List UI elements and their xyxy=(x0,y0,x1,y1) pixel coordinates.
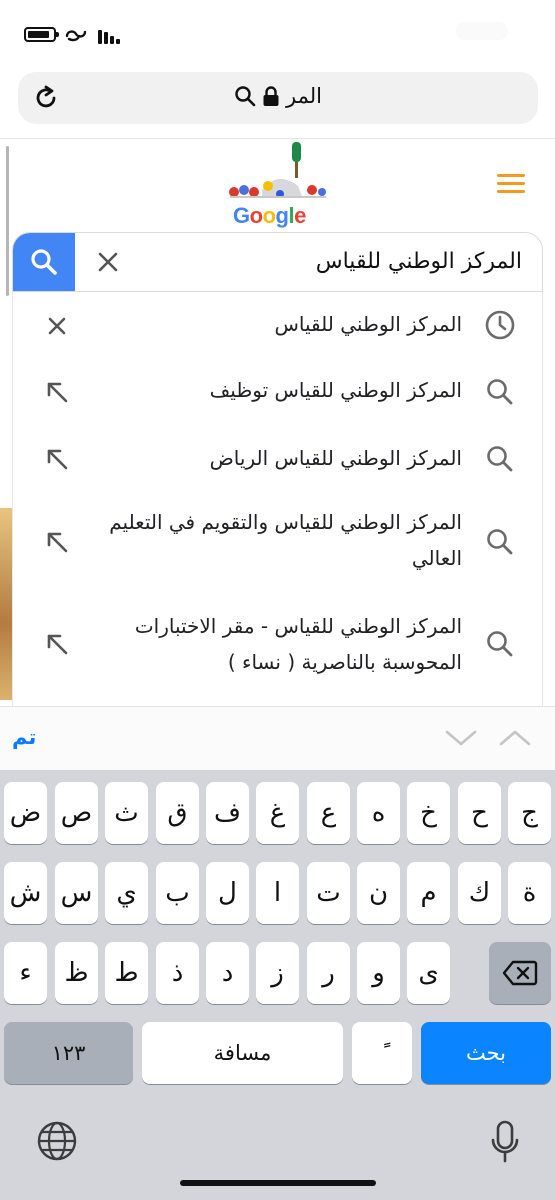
key[interactable]: ن xyxy=(357,862,400,924)
suggestion-list: المركز الوطني للقياس المركز الوطني للقيا… xyxy=(12,292,543,706)
fill-arrow-icon[interactable] xyxy=(41,526,73,558)
key[interactable]: ى xyxy=(407,942,450,1004)
phone-screen: المر Google المركز الوطني للقياس المركز … xyxy=(0,0,555,1200)
key[interactable]: ل xyxy=(206,862,249,924)
suggestion-text: المركز الوطني للقياس توظيف xyxy=(209,378,462,402)
keyboard-accessory-bar: تم xyxy=(0,706,555,770)
chevron-down-icon[interactable] xyxy=(444,727,478,749)
address-bar[interactable]: المر xyxy=(18,72,538,124)
key[interactable]: ج xyxy=(508,782,551,844)
key[interactable]: غ xyxy=(256,782,299,844)
key[interactable]: ث xyxy=(105,782,148,844)
search-icon xyxy=(31,249,57,275)
cellular-signal-icon xyxy=(98,26,122,44)
status-indicator-pill xyxy=(456,22,508,40)
toolbar-divider xyxy=(0,138,555,139)
fill-arrow-icon[interactable] xyxy=(41,376,73,408)
suggestion-item[interactable]: المركز الوطني للقياس الرياض xyxy=(13,426,542,492)
search-key[interactable]: بحث xyxy=(421,1022,551,1084)
key[interactable]: ء xyxy=(4,942,47,1004)
key[interactable]: س xyxy=(55,862,98,924)
key[interactable]: ع xyxy=(307,782,350,844)
background-image-fragment xyxy=(0,508,12,700)
key[interactable]: ة xyxy=(508,862,551,924)
suggestion-text: المركز الوطني للقياس والتقويم في التعليم… xyxy=(109,510,462,570)
key[interactable]: ق xyxy=(156,782,199,844)
suggestion-text: المركز الوطني للقياس الرياض xyxy=(209,446,462,470)
backspace-icon xyxy=(502,960,538,986)
home-indicator[interactable] xyxy=(180,1180,376,1186)
key[interactable]: ر xyxy=(307,942,350,1004)
google-wordmark: Google xyxy=(233,203,306,228)
fill-arrow-icon[interactable] xyxy=(41,443,73,475)
fill-arrow-icon[interactable] xyxy=(41,628,73,660)
key[interactable]: ف xyxy=(206,782,249,844)
microphone-icon[interactable] xyxy=(490,1120,520,1164)
key[interactable]: ط xyxy=(105,942,148,1004)
url-text: المر xyxy=(286,84,322,108)
key[interactable]: ص xyxy=(55,782,98,844)
search-icon xyxy=(487,631,513,657)
search-icon xyxy=(487,529,513,555)
remove-x-icon[interactable] xyxy=(41,310,73,342)
url-display[interactable]: المر xyxy=(234,84,322,108)
history-clock-icon xyxy=(485,310,515,340)
lock-icon xyxy=(263,86,279,106)
numbers-key[interactable]: ١٢٣ xyxy=(4,1022,133,1084)
status-bar xyxy=(0,0,555,62)
search-submit-button[interactable] xyxy=(13,233,75,291)
space-key[interactable]: مسافة xyxy=(142,1022,343,1084)
key[interactable]: ح xyxy=(458,782,501,844)
key[interactable]: ز xyxy=(256,942,299,1004)
key[interactable]: ت xyxy=(307,862,350,924)
chevron-up-icon[interactable] xyxy=(498,727,532,749)
key[interactable]: ض xyxy=(4,782,47,844)
backspace-key[interactable] xyxy=(489,942,551,1004)
search-input[interactable]: المركز الوطني للقياس xyxy=(316,249,522,274)
key[interactable]: ذ xyxy=(156,942,199,1004)
done-button[interactable]: تم xyxy=(12,725,36,749)
globe-icon[interactable] xyxy=(36,1120,78,1162)
key[interactable]: ك xyxy=(458,862,501,924)
key[interactable]: و xyxy=(357,942,400,1004)
suggestion-item[interactable]: المركز الوطني للقياس والتقويم في التعليم… xyxy=(13,492,542,592)
key[interactable]: م xyxy=(407,862,450,924)
key[interactable]: ا xyxy=(256,862,299,924)
search-icon xyxy=(487,379,513,405)
suggestion-text: المركز الوطني للقياس xyxy=(274,312,463,336)
search-icon xyxy=(235,86,256,107)
suggestion-item[interactable]: المركز الوطني للقياس توظيف xyxy=(13,358,542,426)
key[interactable]: ش xyxy=(4,862,47,924)
search-box: المركز الوطني للقياس xyxy=(12,232,543,292)
suggestion-item[interactable]: المركز الوطني للقياس - مقر الاختبارات ال… xyxy=(13,592,542,706)
personal-hotspot-icon xyxy=(65,30,87,42)
clear-search-icon[interactable] xyxy=(97,251,119,273)
battery-icon xyxy=(24,27,59,42)
key[interactable]: د xyxy=(206,942,249,1004)
search-icon xyxy=(487,446,513,472)
key[interactable]: ه xyxy=(357,782,400,844)
scroll-indicator xyxy=(6,146,9,296)
hamburger-menu-icon[interactable] xyxy=(497,174,525,194)
suggestion-text: المركز الوطني للقياس - مقر الاختبارات ال… xyxy=(134,614,462,674)
key[interactable]: خ xyxy=(407,782,450,844)
key[interactable]: ظ xyxy=(55,942,98,1004)
diacritic-key[interactable]: ًً xyxy=(352,1022,412,1084)
key[interactable]: ب xyxy=(156,862,199,924)
suggestion-item[interactable]: المركز الوطني للقياس xyxy=(13,292,542,358)
key[interactable]: ي xyxy=(105,862,148,924)
